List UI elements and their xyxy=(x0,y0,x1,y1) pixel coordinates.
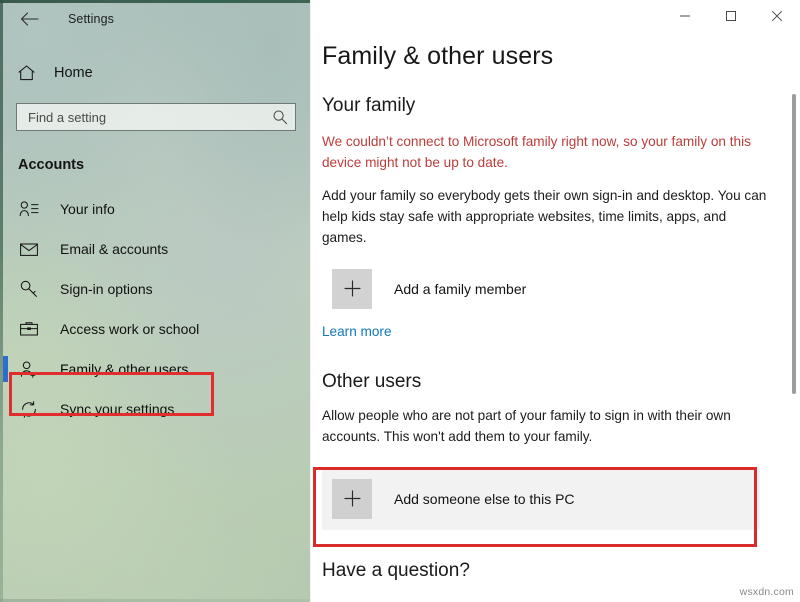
content-left-divider xyxy=(310,0,311,602)
add-someone-else-button[interactable]: Add someone else to this PC xyxy=(322,467,760,530)
your-family-description: Add your family so everybody gets their … xyxy=(322,188,767,245)
other-users-description: Allow people who are not part of your fa… xyxy=(322,408,731,444)
sidebar-item-sign-in-options[interactable]: Sign-in options xyxy=(0,269,310,309)
have-a-question-heading: Have a question? xyxy=(322,560,470,581)
window-controls xyxy=(662,0,800,32)
search-input[interactable] xyxy=(28,104,271,130)
learn-more-link[interactable]: Learn more xyxy=(322,324,392,339)
other-users-heading: Other users xyxy=(322,371,422,392)
sidebar-item-sign-in-options-label: Sign-in options xyxy=(60,281,153,297)
sidebar-item-family-other-users[interactable]: Family & other users xyxy=(0,349,310,389)
settings-window: Settings Home Accounts xyxy=(0,0,800,602)
search-box[interactable] xyxy=(16,103,296,131)
envelope-icon xyxy=(18,238,40,260)
add-someone-else-label: Add someone else to this PC xyxy=(394,490,575,507)
scrollbar-thumb[interactable] xyxy=(792,94,796,394)
person-add-icon xyxy=(18,358,40,380)
add-family-member-button[interactable]: Add a family member xyxy=(322,266,752,311)
sidebar-item-family-other-users-label: Family & other users xyxy=(60,361,189,377)
add-family-member-label: Add a family member xyxy=(394,280,527,297)
title-bar: Settings xyxy=(0,0,310,38)
close-button[interactable] xyxy=(754,0,800,32)
key-icon xyxy=(18,278,40,300)
sidebar-item-sync-your-settings[interactable]: Sync your settings xyxy=(0,389,310,429)
back-arrow-icon[interactable] xyxy=(14,5,44,33)
sidebar-item-email-accounts-label: Email & accounts xyxy=(60,241,169,257)
page-title: Family & other users xyxy=(322,42,554,70)
minimize-button[interactable] xyxy=(662,0,708,32)
sidebar-item-access-work-school[interactable]: Access work or school xyxy=(0,309,310,349)
plus-icon xyxy=(332,268,372,309)
app-title: Settings xyxy=(68,12,114,26)
plus-icon xyxy=(332,478,372,519)
sidebar-item-access-work-school-label: Access work or school xyxy=(60,321,200,337)
sidebar: Settings Home Accounts xyxy=(0,0,310,602)
sidebar-nav-list: Your info Email & accounts Sign-in optio… xyxy=(0,189,310,429)
sidebar-item-your-info[interactable]: Your info xyxy=(0,189,310,229)
sidebar-item-home-label: Home xyxy=(54,65,93,81)
home-icon xyxy=(16,63,36,83)
family-connection-warning: We couldn’t connect to Microsoft family … xyxy=(322,134,751,170)
sidebar-item-your-info-label: Your info xyxy=(60,201,115,217)
sidebar-item-sync-your-settings-label: Sync your settings xyxy=(60,401,175,417)
search-icon[interactable] xyxy=(271,108,289,126)
your-family-heading: Your family xyxy=(322,95,416,116)
sidebar-category-heading: Accounts xyxy=(18,157,85,173)
watermark: wsxdn.com xyxy=(739,586,794,598)
sidebar-item-email-accounts[interactable]: Email & accounts xyxy=(0,229,310,269)
sidebar-item-home[interactable]: Home xyxy=(0,56,310,90)
content-scrollbar[interactable] xyxy=(791,32,797,602)
sync-icon xyxy=(18,398,40,420)
selection-indicator xyxy=(3,356,8,382)
maximize-button[interactable] xyxy=(708,0,754,32)
person-info-icon xyxy=(18,198,40,220)
content-pane: Family & other users Your family We coul… xyxy=(310,0,800,602)
briefcase-icon xyxy=(18,318,40,340)
